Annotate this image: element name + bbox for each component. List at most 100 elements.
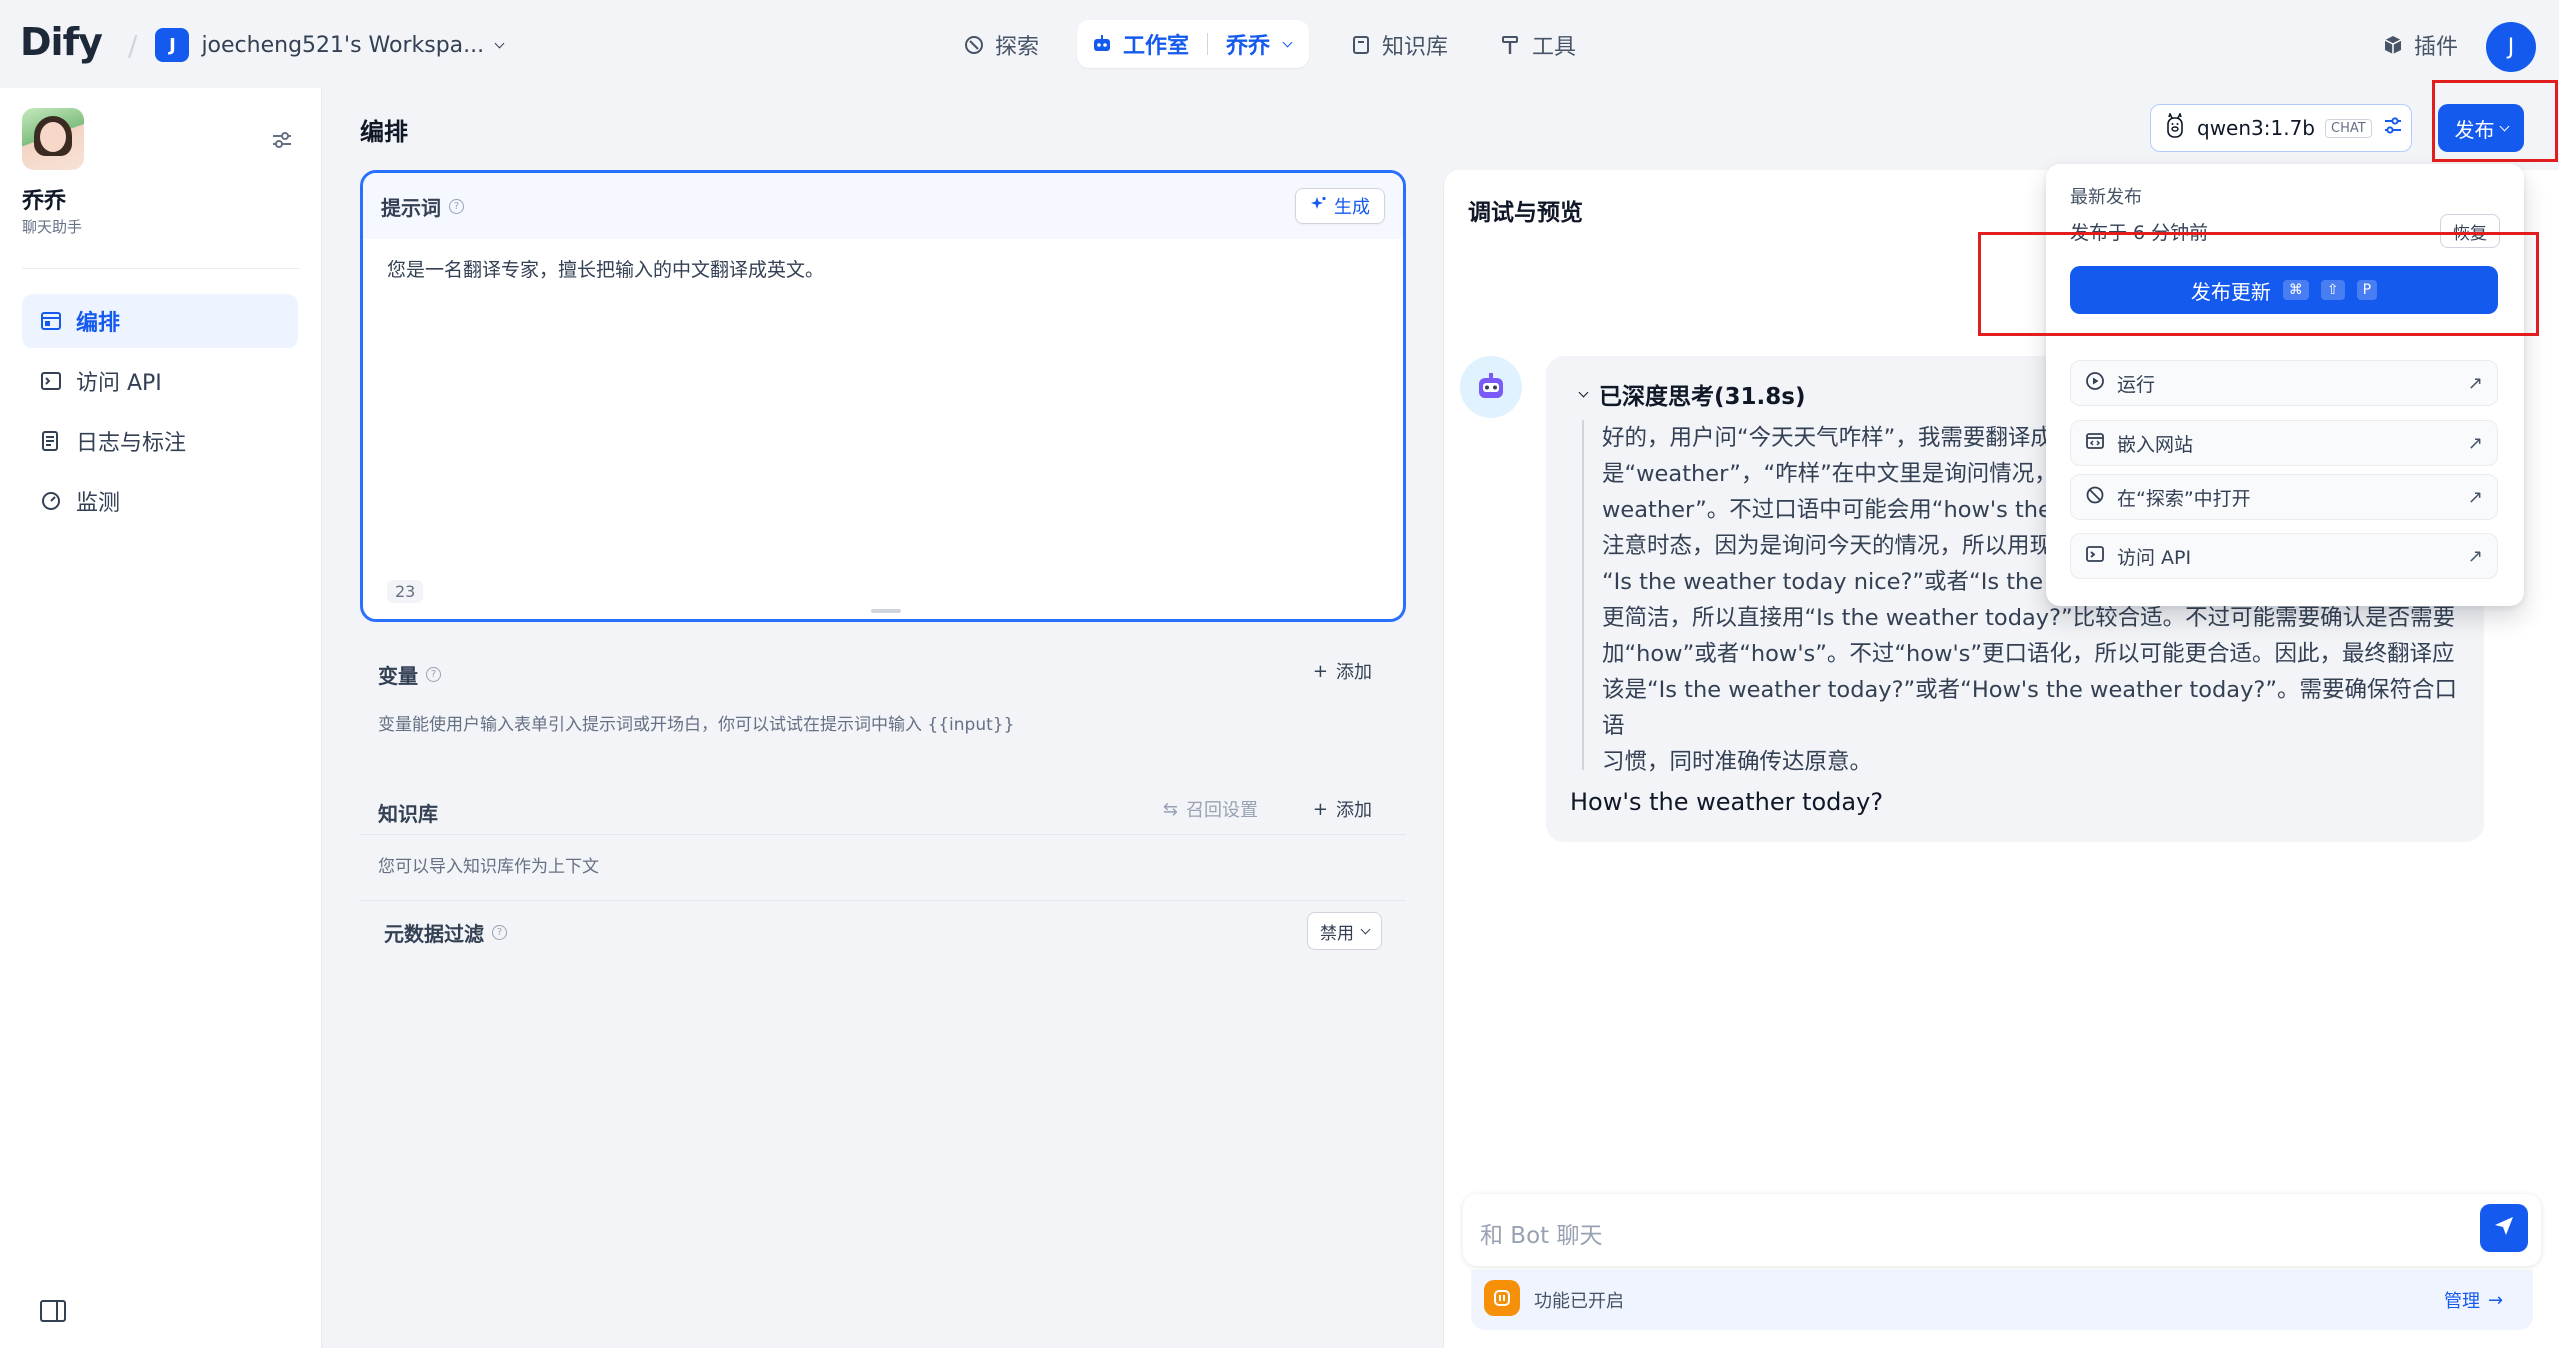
book-icon xyxy=(1350,34,1372,56)
divider: / xyxy=(128,28,138,62)
divider xyxy=(360,900,1406,901)
sidebar-item-orchestrate[interactable]: 编排 xyxy=(22,294,298,348)
llama-icon xyxy=(2163,111,2187,144)
recall-settings-button[interactable]: ⇆ 召回设置 xyxy=(1163,796,1258,822)
prompt-header: 提示词 ? 生成 xyxy=(363,173,1403,239)
prompt-editor[interactable]: 提示词 ? 生成 您是一名翻译专家，擅长把输入的中文翻译成英文。 23 xyxy=(360,170,1406,622)
app-avatar xyxy=(22,108,84,170)
thinking-label: 已深度思考(31.8s) xyxy=(1599,384,1806,410)
settings-icon: ⇆ xyxy=(1162,798,1178,820)
prompt-title: 提示词 ? xyxy=(381,192,464,221)
sidebar-item-monitor[interactable]: 监测 xyxy=(22,474,298,528)
sidebar-item-label: 日志与标注 xyxy=(76,431,187,456)
nav-explore[interactable]: 探索 xyxy=(963,24,1039,66)
menu-item-label: 嵌入网站 xyxy=(2117,433,2194,456)
menu-item-label: 访问 API xyxy=(2117,546,2192,569)
variables-title-label: 变量 xyxy=(378,664,418,688)
menu-item-embed[interactable]: 嵌入网站 ↗ xyxy=(2070,420,2498,466)
menu-item-run[interactable]: 运行 ↗ xyxy=(2070,360,2498,406)
metadata-filter-title: 元数据过滤 ? xyxy=(384,918,507,947)
collapse-sidebar-icon[interactable] xyxy=(40,1300,66,1327)
menu-item-api[interactable]: 访问 API ↗ xyxy=(2070,533,2498,579)
help-icon[interactable]: ? xyxy=(426,667,441,682)
add-variable-button[interactable]: + 添加 xyxy=(1313,658,1372,684)
thinking-line: 习惯，同时准确传达原意。 xyxy=(1602,749,1873,775)
add-label: 添加 xyxy=(1336,800,1372,821)
model-selector[interactable]: qwen3:1.7b CHAT xyxy=(2150,104,2412,152)
app-name: 乔乔 xyxy=(22,189,67,214)
model-mode-badge: CHAT xyxy=(2325,118,2372,138)
app-sidebar xyxy=(0,88,322,1348)
app-type: 聊天助手 xyxy=(22,218,83,236)
menu-item-label: 运行 xyxy=(2117,373,2156,396)
add-knowledge-button[interactable]: + 添加 xyxy=(1313,796,1372,822)
thinking-line: 加“how”或者“how's”。不过“how's”更口语化，所以可能更合适。因此… xyxy=(1602,641,2455,667)
metadata-filter-select[interactable]: 禁用 xyxy=(1307,912,1382,950)
nav-knowledge[interactable]: 知识库 xyxy=(1350,24,1448,66)
manage-features-link[interactable]: 管理 → xyxy=(2444,1287,2503,1313)
chevron-down-icon xyxy=(1282,37,1293,47)
current-app-selector[interactable]: 乔乔 xyxy=(1226,28,1270,60)
nav-studio[interactable]: 工作室 乔乔 xyxy=(1077,20,1309,68)
knowledge-section: 知识库 ⇆ 召回设置 + 添加 您可以导入知识库作为上下文 元数据过滤 ? 禁用 xyxy=(360,776,1406,962)
divider xyxy=(22,268,300,269)
terminal-icon xyxy=(40,370,62,392)
generate-button[interactable]: 生成 xyxy=(1295,188,1385,224)
variables-section: 变量 ? + 添加 变量能使用户输入表单引入提示词或开场白，你可以试试在提示词中… xyxy=(360,638,1406,762)
nav-plugins-label: 插件 xyxy=(2414,35,2459,60)
nav-plugins[interactable]: 插件 xyxy=(2382,24,2458,66)
workspace-name: joecheng521's Workspa... xyxy=(201,32,485,58)
send-button[interactable] xyxy=(2480,1204,2528,1252)
sidebar-item-logs[interactable]: 日志与标注 xyxy=(22,414,298,468)
cube-icon xyxy=(2382,34,2404,56)
divider xyxy=(360,834,1406,835)
knowledge-description: 您可以导入知识库作为上下文 xyxy=(378,857,599,877)
workspace-selector[interactable]: / J joecheng521's Workspa... xyxy=(128,25,505,65)
metadata-filter-label: 元数据过滤 xyxy=(384,922,484,946)
external-link-icon: ↗ xyxy=(2467,545,2483,567)
chevron-down-icon xyxy=(1578,387,1589,397)
chat-input[interactable] xyxy=(1463,1194,2541,1266)
sparkle-icon xyxy=(1310,195,1328,218)
dify-logo[interactable]: Dify xyxy=(20,20,103,64)
menu-item-open-explore[interactable]: 在“探索”中打开 ↗ xyxy=(2070,474,2498,520)
resize-handle[interactable] xyxy=(871,609,901,613)
knowledge-title: 知识库 xyxy=(378,802,438,826)
bot-avatar xyxy=(1460,356,1522,418)
nav-knowledge-label: 知识库 xyxy=(1382,35,1449,60)
prompt-text[interactable]: 您是一名翻译专家，擅长把输入的中文翻译成英文。 xyxy=(387,255,824,282)
thinking-toggle[interactable]: 已深度思考(31.8s) xyxy=(1578,377,1806,411)
nav-tools[interactable]: 工具 xyxy=(1500,24,1576,66)
thinking-line: 该是“Is the weather today?”或者“How's the we… xyxy=(1602,677,2457,739)
nav-studio-label: 工作室 xyxy=(1123,34,1190,59)
help-icon[interactable]: ? xyxy=(492,925,507,940)
page-title: 编排 xyxy=(360,118,408,146)
sidebar-item-api[interactable]: 访问 API xyxy=(22,354,298,408)
plus-icon: + xyxy=(1312,798,1328,820)
highlight-box-publish-update xyxy=(1978,232,2539,336)
variables-title: 变量 ? xyxy=(378,660,441,689)
sliders-icon[interactable] xyxy=(2382,115,2404,142)
external-link-icon: ↗ xyxy=(2467,372,2483,394)
embed-icon xyxy=(2085,431,2105,456)
manage-label: 管理 xyxy=(2444,1291,2480,1312)
sidebar-item-label: 访问 API xyxy=(76,371,162,396)
arrow-right-icon: → xyxy=(2488,1289,2504,1311)
hammer-icon xyxy=(1500,34,1522,56)
explore-icon xyxy=(2085,485,2105,510)
terminal-icon xyxy=(2085,544,2105,569)
metadata-filter-value: 禁用 xyxy=(1320,923,1354,944)
help-icon[interactable]: ? xyxy=(449,198,464,214)
chevron-down-icon xyxy=(1360,924,1371,934)
user-avatar[interactable]: J xyxy=(2486,22,2536,72)
dashboard-icon xyxy=(40,490,62,512)
sliders-icon[interactable] xyxy=(270,128,294,157)
nav-explore-label: 探索 xyxy=(995,35,1040,60)
features-label: 功能已开启 xyxy=(1534,1291,1624,1312)
play-circle-icon xyxy=(2085,371,2105,396)
nav-tools-label: 工具 xyxy=(1532,35,1577,60)
highlight-box-publish xyxy=(2432,80,2558,162)
variables-description: 变量能使用户输入表单引入提示词或开场白，你可以试试在提示词中输入 {{input… xyxy=(378,715,1015,735)
feature-icon xyxy=(1484,1280,1520,1316)
external-link-icon: ↗ xyxy=(2467,486,2483,508)
